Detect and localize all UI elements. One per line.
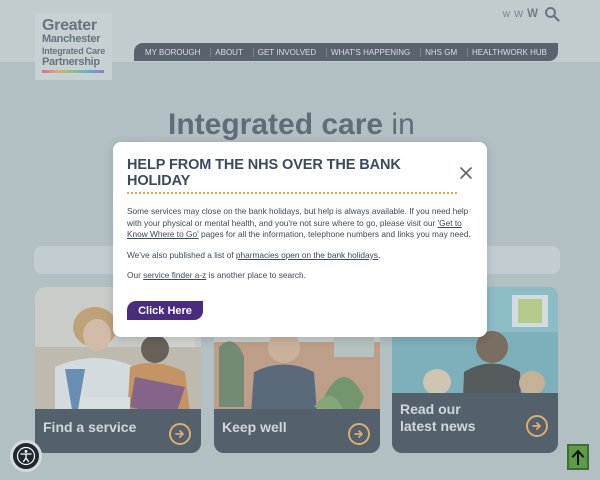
modal-p2-after: .	[377, 249, 381, 260]
modal-paragraph-1: Some services may close on the bank holi…	[127, 206, 473, 241]
pharmacies-open-link[interactable]: pharmacies open on the bank holidays	[236, 250, 378, 260]
modal-p2-text: We've also published a list of	[127, 249, 236, 260]
modal-title-underline	[127, 192, 457, 194]
modal-paragraph-3: Our service finder a-z is another place …	[127, 270, 473, 282]
modal-p1-after: pages for all the information, telephone…	[198, 229, 471, 240]
accessibility-button[interactable]	[10, 440, 42, 472]
modal-p1-text: Some services may close on the bank holi…	[127, 206, 469, 228]
modal-p3-text: Our	[127, 270, 144, 281]
modal-title: HELP FROM THE NHS OVER THE BANK HOLIDAY	[127, 157, 401, 189]
modal-paragraph-2: We've also published a list of pharmacie…	[127, 250, 473, 262]
accessibility-icon	[16, 446, 36, 466]
arrow-up-icon	[571, 449, 585, 465]
back-to-top-button[interactable]	[567, 444, 589, 470]
service-finder-link[interactable]: service finder a-z	[143, 270, 206, 280]
modal-p3-after: is another place to search.	[206, 270, 306, 281]
close-icon[interactable]	[458, 165, 474, 181]
click-here-button[interactable]: Click Here	[127, 301, 203, 320]
bank-holiday-modal: HELP FROM THE NHS OVER THE BANK HOLIDAY …	[113, 142, 487, 337]
